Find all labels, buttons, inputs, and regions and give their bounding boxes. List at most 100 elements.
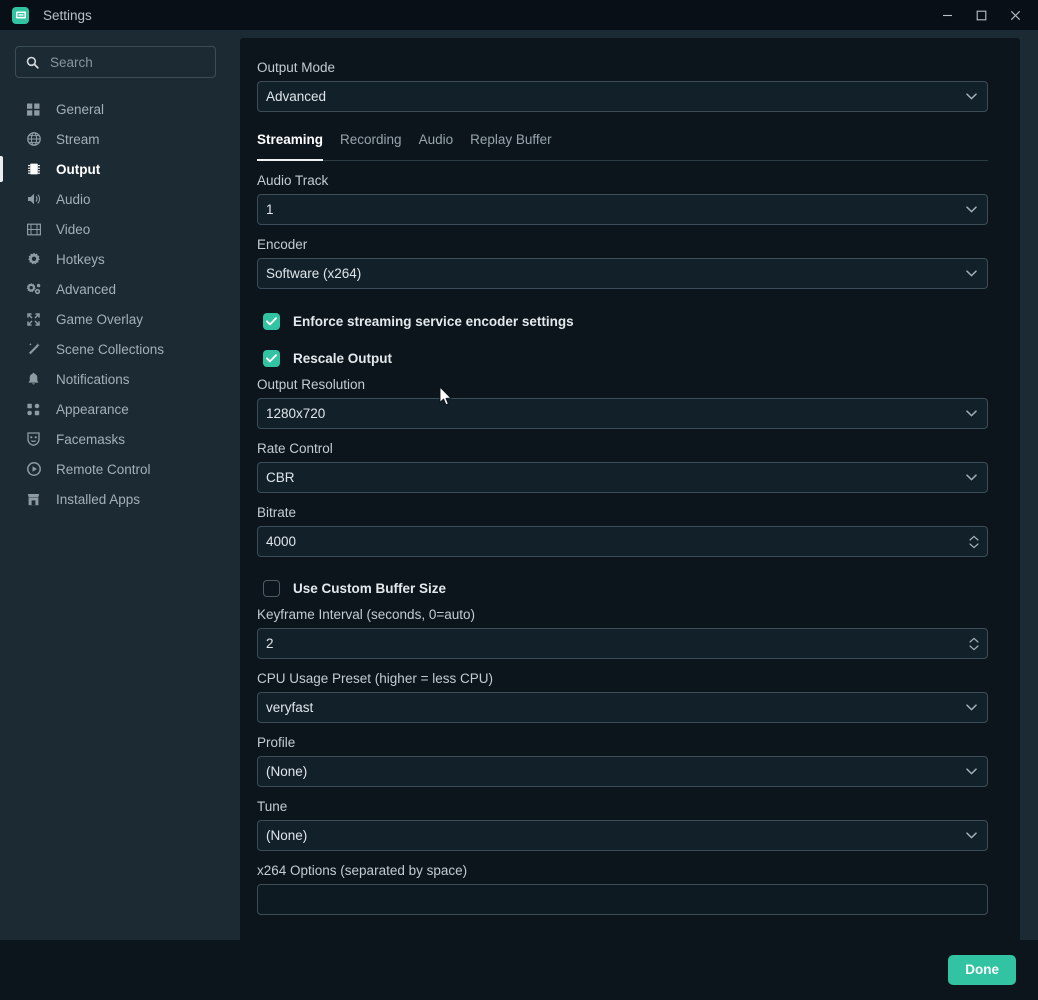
bitrate-stepper[interactable]: 4000 [257, 526, 988, 557]
encoder-select[interactable]: Software (x264) [257, 258, 988, 289]
tune-value: (None) [266, 828, 966, 843]
sidebar-item-installed-apps[interactable]: Installed Apps [0, 484, 232, 514]
enforce-settings-checkbox[interactable] [263, 313, 280, 330]
custom-buffer-row[interactable]: Use Custom Buffer Size [257, 578, 988, 598]
profile-select[interactable]: (None) [257, 756, 988, 787]
sidebar-item-notifications[interactable]: Notifications [0, 364, 232, 394]
chevron-down-icon [969, 543, 979, 549]
audio-track-select[interactable]: 1 [257, 194, 988, 225]
mask-icon [25, 432, 42, 446]
rate-control-select[interactable]: CBR [257, 462, 988, 493]
close-icon[interactable] [998, 0, 1038, 30]
profile-value: (None) [266, 764, 966, 779]
tab-streaming[interactable]: Streaming [257, 132, 323, 160]
bitrate-label: Bitrate [257, 505, 988, 520]
keyframe-interval-label: Keyframe Interval (seconds, 0=auto) [257, 607, 988, 622]
speaker-icon [25, 192, 42, 206]
settings-panel: Output Mode Advanced Streaming Recording… [240, 38, 1020, 1000]
custom-buffer-label: Use Custom Buffer Size [293, 581, 446, 596]
chevron-down-icon [966, 93, 977, 100]
x264-options-input[interactable] [257, 884, 988, 915]
keyframe-interval-stepper[interactable]: 2 [257, 628, 988, 659]
chevron-down-icon [966, 704, 977, 711]
rescale-output-row[interactable]: Rescale Output [257, 348, 988, 368]
spinner-arrows[interactable] [969, 535, 979, 549]
tab-label: Streaming [257, 132, 323, 147]
sidebar-item-remote-control[interactable]: Remote Control [0, 454, 232, 484]
custom-buffer-checkbox[interactable] [263, 580, 280, 597]
tune-select[interactable]: (None) [257, 820, 988, 851]
sidebar-item-label: Remote Control [56, 462, 151, 477]
sidebar-item-game-overlay[interactable]: Game Overlay [0, 304, 232, 334]
sidebar-item-video[interactable]: Video [0, 214, 232, 244]
chevron-down-icon [966, 410, 977, 417]
chevron-down-icon [966, 206, 977, 213]
search-placeholder: Search [50, 55, 93, 70]
audio-track-value: 1 [266, 202, 966, 217]
sidebar-item-audio[interactable]: Audio [0, 184, 232, 214]
chevron-down-icon [966, 474, 977, 481]
minimize-icon[interactable] [930, 0, 964, 30]
sidebar-item-appearance[interactable]: Appearance [0, 394, 232, 424]
sidebar-item-general[interactable]: General [0, 94, 232, 124]
output-resolution-value: 1280x720 [266, 406, 966, 421]
dots-grid-icon [25, 403, 42, 416]
sidebar-item-output[interactable]: Output [0, 154, 232, 184]
spinner-arrows[interactable] [969, 637, 979, 651]
encoder-label: Encoder [257, 237, 988, 252]
sidebar-item-label: General [56, 102, 104, 117]
film-icon [25, 223, 42, 236]
bell-icon [25, 372, 42, 386]
globe-icon [25, 132, 42, 146]
chevron-down-icon [966, 832, 977, 839]
sidebar-item-advanced[interactable]: Advanced [0, 274, 232, 304]
chip-icon [25, 162, 42, 176]
done-button[interactable]: Done [948, 955, 1016, 985]
search-icon [26, 56, 39, 69]
cpu-preset-value: veryfast [266, 700, 966, 715]
rate-control-label: Rate Control [257, 441, 988, 456]
output-resolution-label: Output Resolution [257, 377, 988, 392]
title-bar: Settings [0, 0, 1038, 30]
maximize-icon[interactable] [964, 0, 998, 30]
search-input[interactable]: Search [15, 46, 216, 78]
x264-options-label: x264 Options (separated by space) [257, 863, 988, 878]
chevron-down-icon [966, 768, 977, 775]
audio-track-label: Audio Track [257, 173, 988, 188]
tab-label: Audio [419, 132, 454, 147]
window-title: Settings [43, 8, 92, 23]
tab-recording[interactable]: Recording [340, 132, 402, 160]
play-circle-icon [25, 462, 42, 476]
sidebar-item-scene-collections[interactable]: Scene Collections [0, 334, 232, 364]
sidebar-item-stream[interactable]: Stream [0, 124, 232, 154]
chevron-down-icon [966, 270, 977, 277]
obs-app-icon [12, 7, 29, 24]
chevron-up-icon [969, 535, 979, 541]
output-mode-value: Advanced [266, 89, 966, 104]
output-resolution-select[interactable]: 1280x720 [257, 398, 988, 429]
expand-icon [25, 313, 42, 326]
sidebar-item-label: Hotkeys [56, 252, 105, 267]
gear-icon [25, 252, 42, 266]
chevron-up-icon [969, 637, 979, 643]
enforce-settings-row[interactable]: Enforce streaming service encoder settin… [257, 311, 988, 331]
sidebar-item-facemasks[interactable]: Facemasks [0, 424, 232, 454]
grid-icon [25, 103, 42, 116]
sidebar-item-label: Audio [56, 192, 91, 207]
cpu-preset-select[interactable]: veryfast [257, 692, 988, 723]
tab-replay-buffer[interactable]: Replay Buffer [470, 132, 552, 160]
footer-bar: Done [0, 940, 1038, 1000]
tab-audio[interactable]: Audio [419, 132, 454, 160]
rescale-output-label: Rescale Output [293, 351, 392, 366]
output-tabs: Streaming Recording Audio Replay Buffer [257, 132, 988, 161]
window-controls [930, 0, 1038, 30]
wand-icon [25, 342, 42, 356]
sidebar-item-label: Stream [56, 132, 100, 147]
output-mode-select[interactable]: Advanced [257, 81, 988, 112]
sidebar-item-label: Video [56, 222, 90, 237]
sidebar-item-hotkeys[interactable]: Hotkeys [0, 244, 232, 274]
sidebar-item-label: Appearance [56, 402, 129, 417]
rescale-output-checkbox[interactable] [263, 350, 280, 367]
sidebar: Search General Stream Output [0, 30, 232, 1000]
check-icon [266, 354, 277, 363]
